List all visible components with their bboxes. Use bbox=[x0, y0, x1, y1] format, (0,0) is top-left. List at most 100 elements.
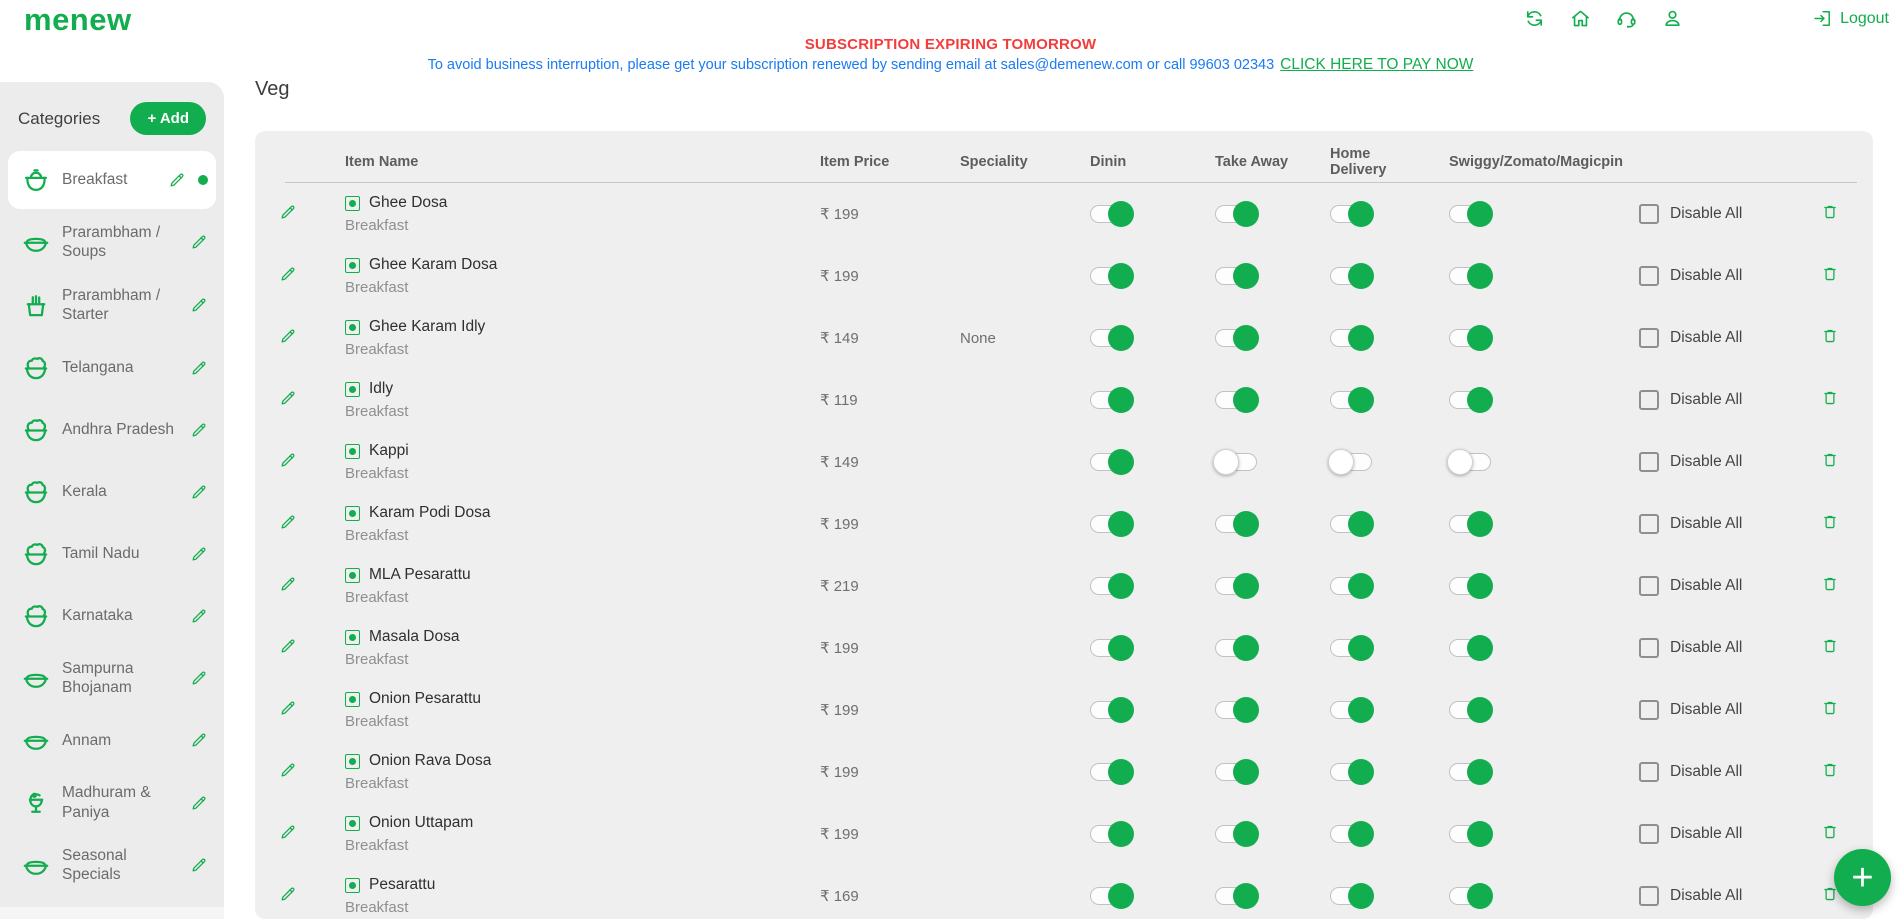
support-icon[interactable] bbox=[1615, 7, 1638, 30]
logout-button[interactable]: Logout bbox=[1812, 8, 1889, 29]
take-away-toggle[interactable] bbox=[1215, 267, 1257, 285]
sidebar-item-telangana[interactable]: Telangana bbox=[8, 339, 216, 397]
disable-all-checkbox[interactable] bbox=[1639, 886, 1659, 906]
home-delivery-toggle[interactable] bbox=[1330, 515, 1372, 533]
edit-item-icon[interactable] bbox=[279, 699, 297, 717]
edit-item-icon[interactable] bbox=[279, 451, 297, 469]
edit-item-icon[interactable] bbox=[279, 885, 297, 903]
delete-item-icon[interactable] bbox=[1821, 822, 1839, 842]
home-delivery-toggle[interactable] bbox=[1330, 453, 1372, 471]
edit-category-icon[interactable] bbox=[190, 669, 208, 687]
edit-category-icon[interactable] bbox=[190, 856, 208, 874]
swiggy-toggle[interactable] bbox=[1449, 763, 1491, 781]
edit-category-icon[interactable] bbox=[190, 607, 208, 625]
refresh-icon[interactable] bbox=[1523, 7, 1546, 30]
sidebar-item-andhra-pradesh[interactable]: Andhra Pradesh bbox=[8, 401, 216, 459]
edit-item-icon[interactable] bbox=[279, 637, 297, 655]
disable-all-checkbox[interactable] bbox=[1639, 576, 1659, 596]
edit-category-icon[interactable] bbox=[190, 359, 208, 377]
edit-category-icon[interactable] bbox=[190, 421, 208, 439]
dinin-toggle[interactable] bbox=[1090, 267, 1132, 285]
edit-item-icon[interactable] bbox=[279, 761, 297, 779]
add-category-button[interactable]: + Add bbox=[130, 102, 206, 135]
dinin-toggle[interactable] bbox=[1090, 329, 1132, 347]
take-away-toggle[interactable] bbox=[1215, 701, 1257, 719]
take-away-toggle[interactable] bbox=[1215, 639, 1257, 657]
take-away-toggle[interactable] bbox=[1215, 825, 1257, 843]
take-away-toggle[interactable] bbox=[1215, 763, 1257, 781]
swiggy-toggle[interactable] bbox=[1449, 453, 1491, 471]
profile-icon[interactable] bbox=[1661, 7, 1684, 30]
swiggy-toggle[interactable] bbox=[1449, 205, 1491, 223]
take-away-toggle[interactable] bbox=[1215, 453, 1257, 471]
home-delivery-toggle[interactable] bbox=[1330, 887, 1372, 905]
swiggy-toggle[interactable] bbox=[1449, 515, 1491, 533]
disable-all-checkbox[interactable] bbox=[1639, 824, 1659, 844]
home-delivery-toggle[interactable] bbox=[1330, 577, 1372, 595]
edit-category-icon[interactable] bbox=[190, 794, 208, 812]
delete-item-icon[interactable] bbox=[1821, 636, 1839, 656]
take-away-toggle[interactable] bbox=[1215, 515, 1257, 533]
edit-category-icon[interactable] bbox=[190, 483, 208, 501]
swiggy-toggle[interactable] bbox=[1449, 825, 1491, 843]
home-delivery-toggle[interactable] bbox=[1330, 329, 1372, 347]
add-item-fab[interactable]: + bbox=[1834, 849, 1891, 906]
sidebar-item-tamil-nadu[interactable]: Tamil Nadu bbox=[8, 525, 216, 583]
dinin-toggle[interactable] bbox=[1090, 763, 1132, 781]
disable-all-checkbox[interactable] bbox=[1639, 700, 1659, 720]
dinin-toggle[interactable] bbox=[1090, 639, 1132, 657]
sidebar-item-kerala[interactable]: Kerala bbox=[8, 463, 216, 521]
home-delivery-toggle[interactable] bbox=[1330, 701, 1372, 719]
disable-all-checkbox[interactable] bbox=[1639, 266, 1659, 286]
delete-item-icon[interactable] bbox=[1821, 450, 1839, 470]
edit-item-icon[interactable] bbox=[279, 513, 297, 531]
take-away-toggle[interactable] bbox=[1215, 887, 1257, 905]
take-away-toggle[interactable] bbox=[1215, 577, 1257, 595]
disable-all-checkbox[interactable] bbox=[1639, 762, 1659, 782]
edit-item-icon[interactable] bbox=[279, 575, 297, 593]
edit-item-icon[interactable] bbox=[279, 389, 297, 407]
dinin-toggle[interactable] bbox=[1090, 825, 1132, 843]
home-delivery-toggle[interactable] bbox=[1330, 825, 1372, 843]
sidebar-item-prarambham-starter[interactable]: Prarambham / Starter bbox=[8, 276, 216, 335]
sidebar-item-sampurna-bhojanam[interactable]: Sampurna Bhojanam bbox=[8, 649, 216, 708]
home-icon[interactable] bbox=[1569, 7, 1592, 30]
disable-all-checkbox[interactable] bbox=[1639, 328, 1659, 348]
delete-item-icon[interactable] bbox=[1821, 326, 1839, 346]
swiggy-toggle[interactable] bbox=[1449, 577, 1491, 595]
home-delivery-toggle[interactable] bbox=[1330, 639, 1372, 657]
take-away-toggle[interactable] bbox=[1215, 205, 1257, 223]
swiggy-toggle[interactable] bbox=[1449, 267, 1491, 285]
swiggy-toggle[interactable] bbox=[1449, 701, 1491, 719]
edit-category-icon[interactable] bbox=[190, 296, 208, 314]
sidebar-item-breakfast[interactable]: Breakfast bbox=[8, 151, 216, 209]
delete-item-icon[interactable] bbox=[1821, 760, 1839, 780]
home-delivery-toggle[interactable] bbox=[1330, 763, 1372, 781]
disable-all-checkbox[interactable] bbox=[1639, 514, 1659, 534]
sidebar-item-annam[interactable]: Annam bbox=[8, 711, 216, 769]
swiggy-toggle[interactable] bbox=[1449, 639, 1491, 657]
swiggy-toggle[interactable] bbox=[1449, 887, 1491, 905]
dinin-toggle[interactable] bbox=[1090, 887, 1132, 905]
edit-category-icon[interactable] bbox=[190, 731, 208, 749]
disable-all-checkbox[interactable] bbox=[1639, 638, 1659, 658]
home-delivery-toggle[interactable] bbox=[1330, 267, 1372, 285]
disable-all-checkbox[interactable] bbox=[1639, 204, 1659, 224]
edit-category-icon[interactable] bbox=[168, 171, 186, 189]
delete-item-icon[interactable] bbox=[1821, 574, 1839, 594]
sidebar-item-karnataka[interactable]: Karnataka bbox=[8, 587, 216, 645]
sidebar-item-prarambham-soups[interactable]: Prarambham / Soups bbox=[8, 213, 216, 272]
home-delivery-toggle[interactable] bbox=[1330, 391, 1372, 409]
edit-item-icon[interactable] bbox=[279, 823, 297, 841]
swiggy-toggle[interactable] bbox=[1449, 391, 1491, 409]
delete-item-icon[interactable] bbox=[1821, 264, 1839, 284]
swiggy-toggle[interactable] bbox=[1449, 329, 1491, 347]
edit-category-icon[interactable] bbox=[190, 233, 208, 251]
delete-item-icon[interactable] bbox=[1821, 512, 1839, 532]
dinin-toggle[interactable] bbox=[1090, 701, 1132, 719]
dinin-toggle[interactable] bbox=[1090, 577, 1132, 595]
edit-category-icon[interactable] bbox=[190, 545, 208, 563]
home-delivery-toggle[interactable] bbox=[1330, 205, 1372, 223]
sidebar-item-madhuram-paniya[interactable]: Madhuram & Paniya bbox=[8, 773, 216, 832]
dinin-toggle[interactable] bbox=[1090, 515, 1132, 533]
